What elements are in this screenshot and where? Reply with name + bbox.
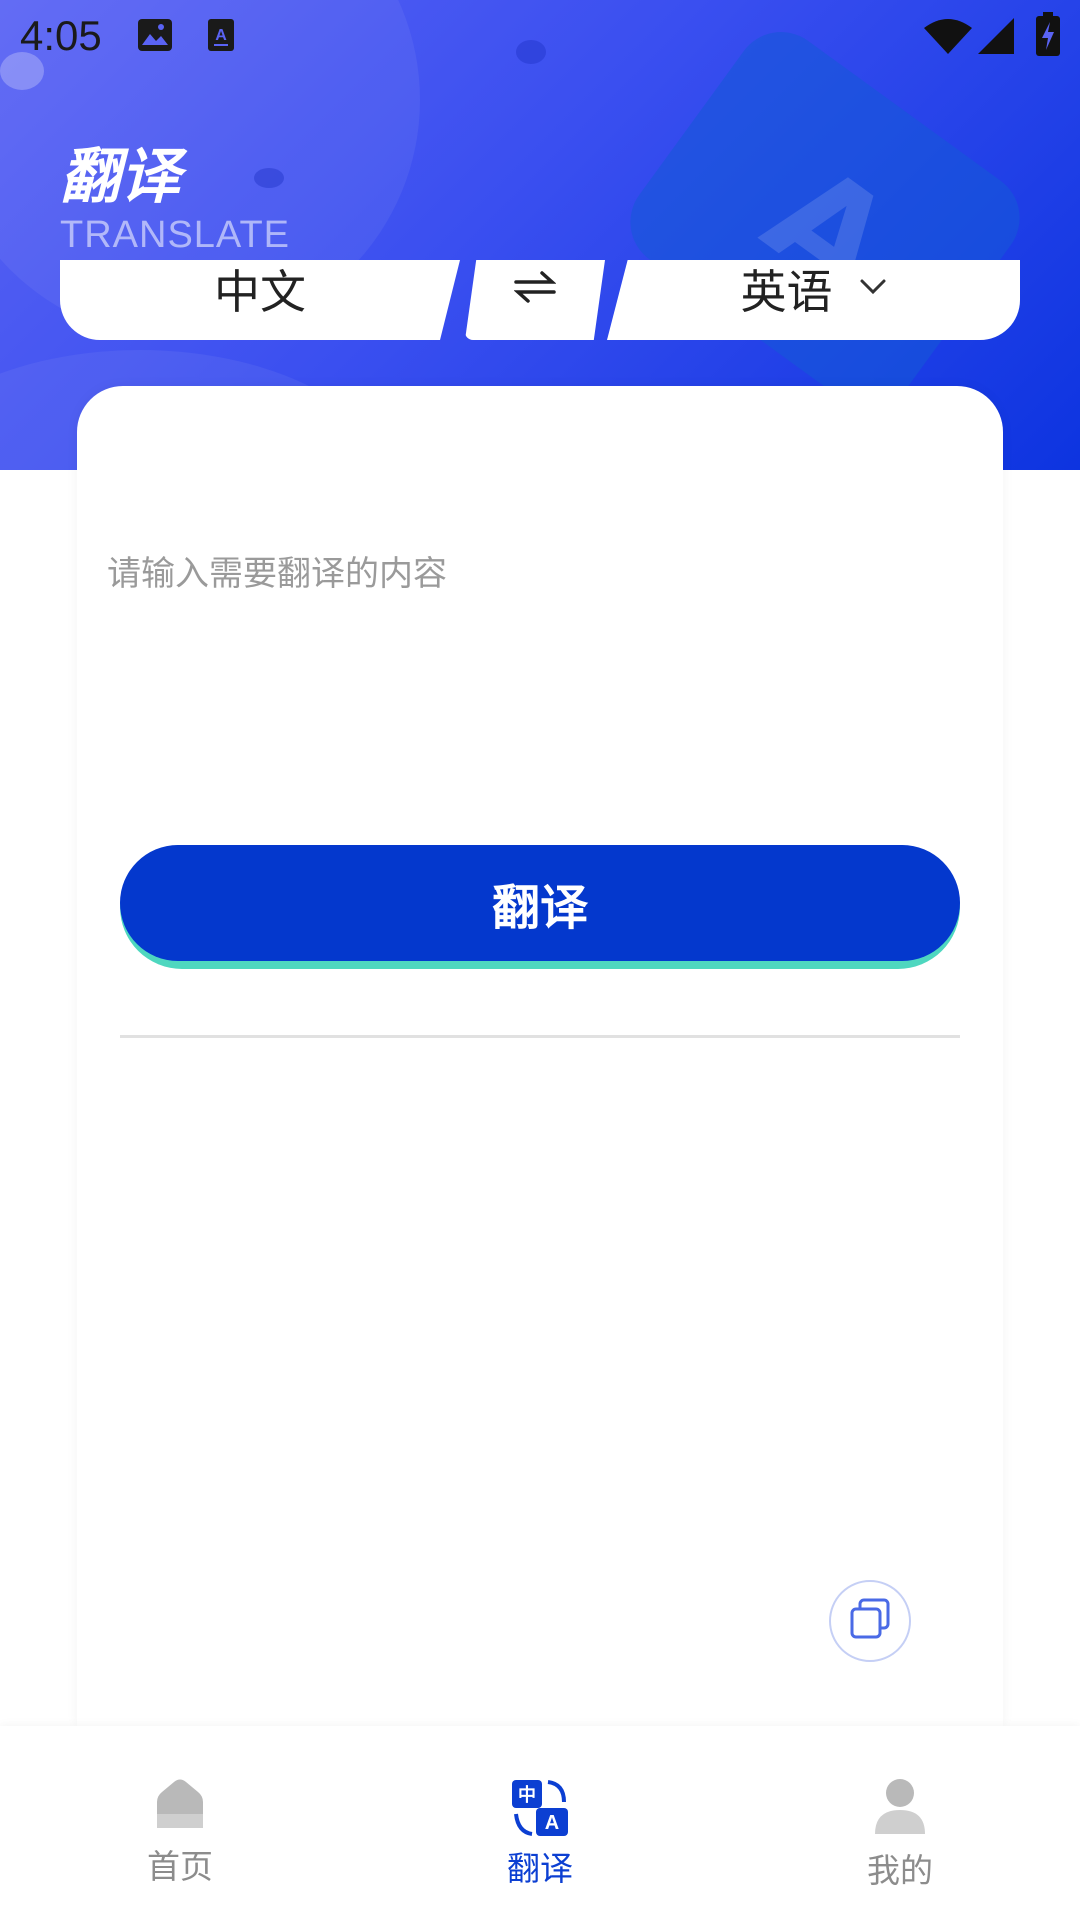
page-title: 翻译 bbox=[60, 142, 180, 212]
divider bbox=[120, 1035, 960, 1038]
home-icon bbox=[154, 1778, 206, 1834]
decorative-letter-card: A bbox=[612, 13, 1038, 427]
image-icon bbox=[137, 18, 173, 56]
wifi-icon bbox=[924, 18, 972, 60]
target-language-dropdown[interactable]: 英语 bbox=[607, 260, 1020, 340]
nav-item-profile[interactable]: 我的 bbox=[800, 1778, 1000, 1892]
swap-languages-button[interactable] bbox=[465, 260, 605, 340]
bottom-nav: 首页 中 A 翻译 我的 bbox=[0, 1726, 1080, 1920]
status-time: 4:05 bbox=[20, 12, 102, 59]
copy-icon bbox=[848, 1597, 892, 1645]
translate-card: 翻译 bbox=[77, 386, 1003, 1726]
swap-arrows-icon bbox=[513, 270, 557, 308]
svg-text:中: 中 bbox=[518, 1784, 536, 1806]
svg-text:A: A bbox=[545, 1812, 559, 1834]
source-language-button[interactable]: 中文 bbox=[60, 260, 460, 340]
nav-item-home[interactable]: 首页 bbox=[80, 1778, 280, 1888]
page-subtitle: TRANSLATE bbox=[60, 214, 291, 256]
nav-label-translate: 翻译 bbox=[507, 1849, 573, 1888]
translate-icon: 中 A bbox=[510, 1778, 570, 1842]
nav-item-translate[interactable]: 中 A 翻译 bbox=[440, 1778, 640, 1890]
svg-text:A: A bbox=[215, 27, 227, 44]
language-selector: 中文 英语 bbox=[60, 260, 1020, 340]
battery-icon bbox=[1036, 12, 1060, 60]
signal-icon bbox=[978, 18, 1014, 58]
translate-button[interactable]: 翻译 bbox=[120, 845, 960, 961]
chevron-down-icon bbox=[859, 278, 887, 300]
decorative-bubble bbox=[254, 168, 284, 188]
translate-a-icon: A bbox=[207, 18, 235, 56]
copy-button[interactable] bbox=[829, 1580, 911, 1662]
nav-label-home: 首页 bbox=[147, 1847, 213, 1886]
user-icon bbox=[873, 1778, 927, 1838]
translate-button-shadow: 翻译 bbox=[120, 845, 960, 969]
nav-label-profile: 我的 bbox=[867, 1851, 933, 1890]
status-bar: 4:05 A bbox=[0, 0, 1080, 72]
target-language-label: 英语 bbox=[740, 265, 833, 319]
source-language-label: 中文 bbox=[214, 265, 306, 319]
translate-input[interactable] bbox=[107, 546, 967, 746]
